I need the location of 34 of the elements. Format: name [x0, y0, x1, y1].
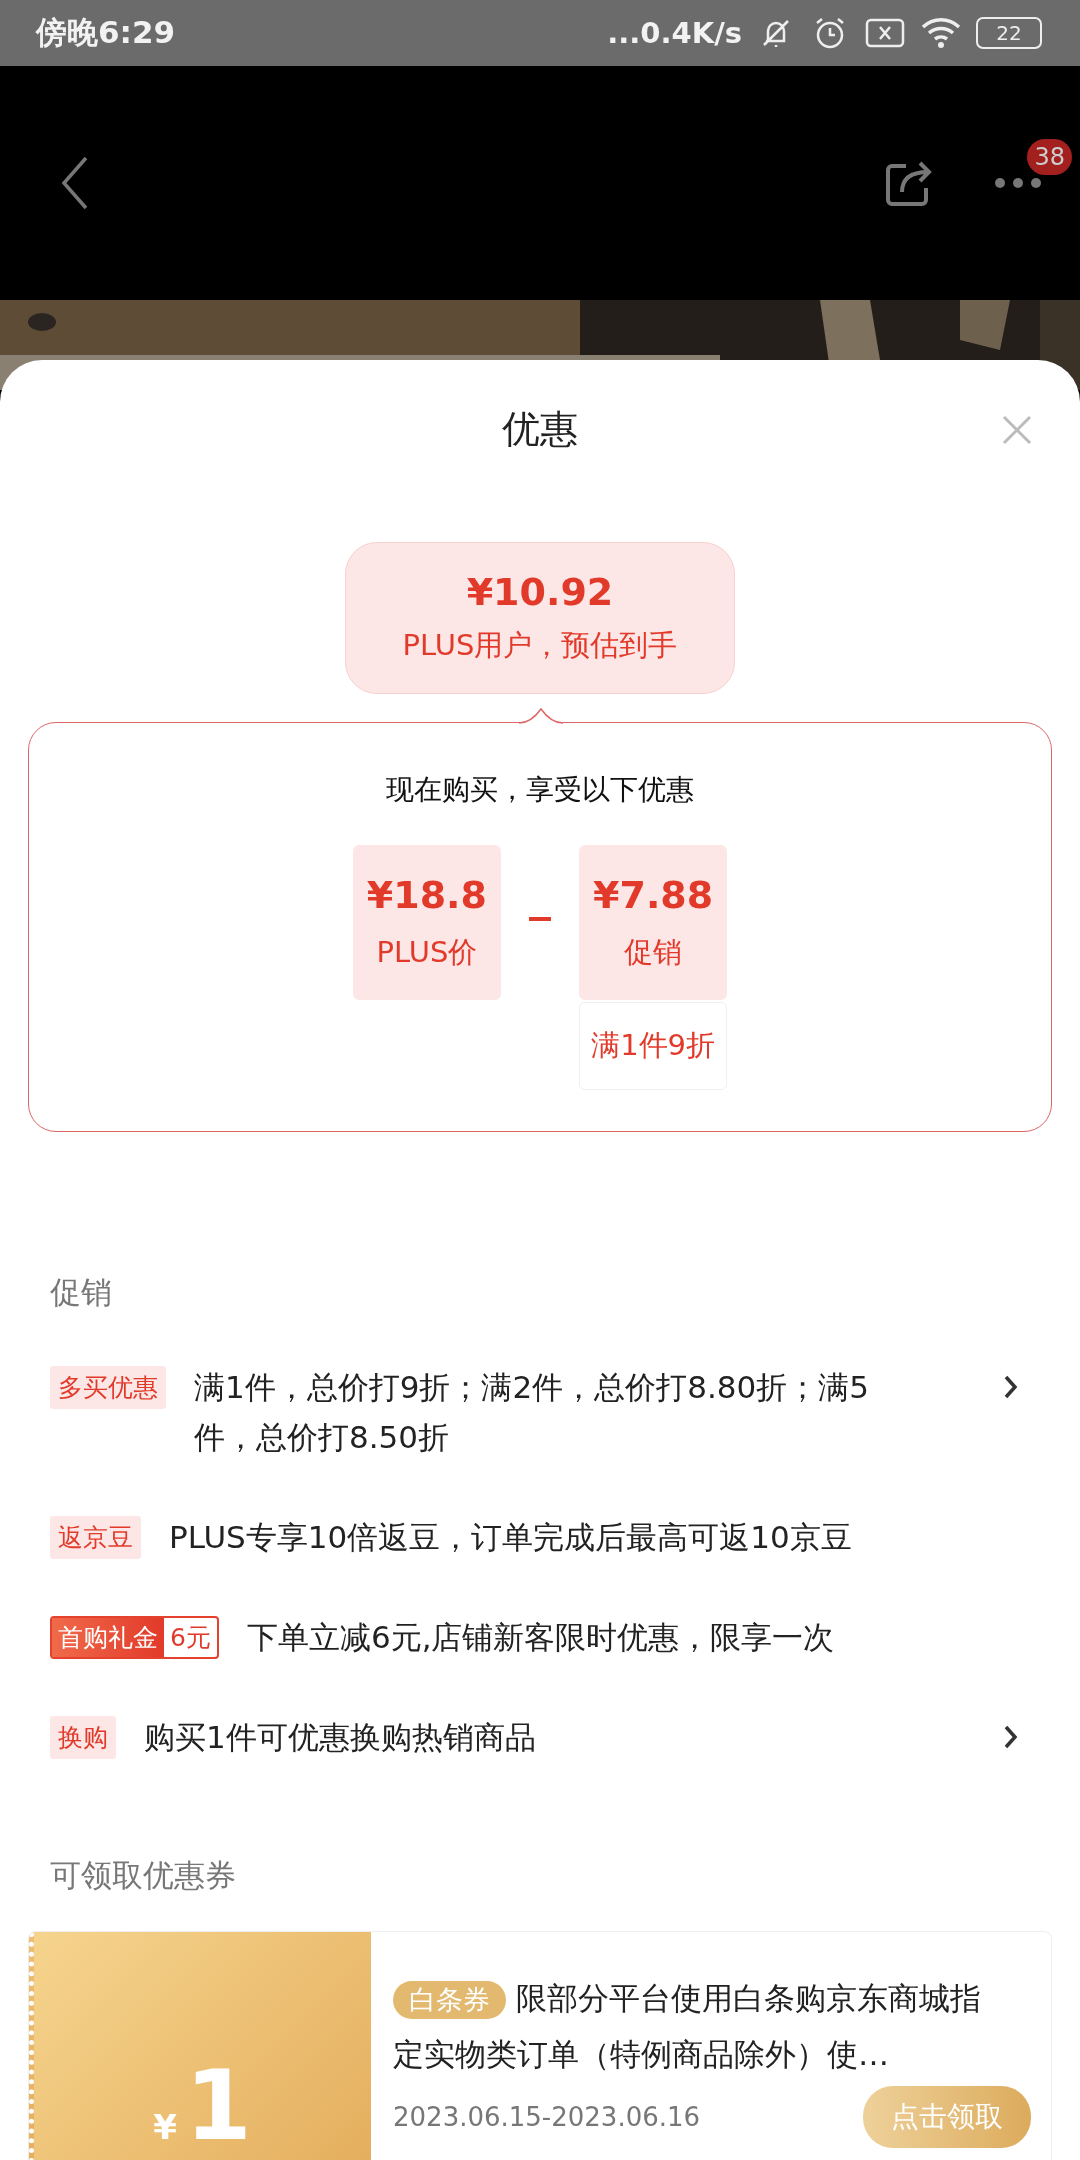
validity-dates: 2023.06.15-2023.06.16 — [393, 2102, 701, 2132]
section-title: 促销 — [50, 1273, 113, 1312]
promo-text: 满1件，总价打9折；满2件，总价打8.80折；满5件，总价打8.50折 — [194, 1368, 870, 1457]
condition-tag: 满1件9折 — [579, 1002, 728, 1090]
price-value: ¥18.8 — [366, 872, 487, 917]
promo-text: 下单立减6元,店铺新客限时优惠，限享一次 — [246, 1618, 835, 1657]
section-title: 可领取优惠券 — [50, 1856, 237, 1895]
price-label: 促销 — [624, 933, 683, 971]
status-time: 傍晚6:29 — [36, 13, 176, 52]
price-value: ¥7.88 — [593, 872, 714, 917]
price-label: PLUS价 — [376, 933, 478, 971]
promo-tag: 首购礼金 6元 — [50, 1616, 219, 1659]
coupon-amount: 1 — [184, 2058, 252, 2154]
claim-button[interactable]: 点击领取 — [863, 2086, 1031, 2148]
back-icon[interactable] — [60, 155, 90, 211]
wifi-icon — [920, 16, 962, 50]
chevron-right-icon[interactable] — [1004, 1725, 1018, 1749]
promo-tag: 返京豆 — [50, 1516, 141, 1559]
more-icon[interactable] — [994, 177, 1042, 189]
promo-text: PLUS专享10倍返豆，订单完成后最高可返10京豆 — [169, 1518, 852, 1557]
promo-text: 购买1件可优惠换购热销商品 — [144, 1718, 536, 1757]
promo-tag: 换购 — [50, 1716, 116, 1759]
minus-icon — [529, 917, 551, 921]
estimated-price: ¥10.92 — [466, 570, 614, 614]
promo-tag: 多买优惠 — [50, 1366, 166, 1409]
network-speed: ...0.4K/s — [607, 16, 742, 50]
sheet-title: 优惠 — [502, 405, 578, 453]
chevron-right-icon[interactable] — [1004, 1375, 1018, 1399]
estimate-note: PLUS用户，预估到手 — [402, 627, 678, 664]
currency-symbol: ¥ — [153, 2107, 177, 2147]
battery-level: 22 — [996, 21, 1022, 45]
notification-badge: 38 — [1027, 139, 1072, 175]
coupon-description: 白条券 限部分平台使用白条购京东商城指定实物类订单（特例商品除外）使… — [393, 1979, 982, 2074]
breakdown-heading: 现在购买，享受以下优惠 — [386, 772, 694, 808]
